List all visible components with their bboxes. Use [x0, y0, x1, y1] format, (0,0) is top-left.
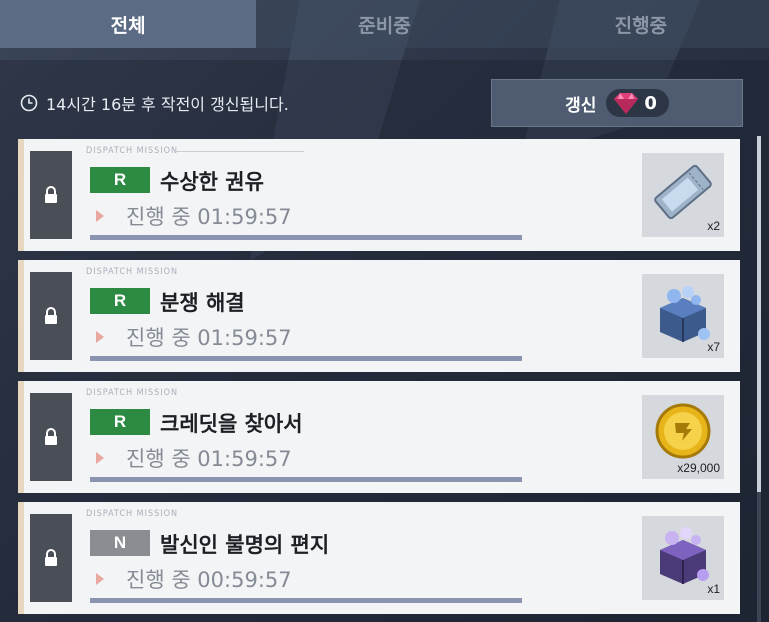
refresh-info: 14시간 16분 후 작전이 갱신됩니다.	[20, 88, 289, 118]
refresh-button-label: 갱신	[565, 95, 597, 116]
mission-card[interactable]: DISPATCH MISSION R 크레딧을 찾아서 진행 중 01:59:5…	[18, 381, 740, 493]
mission-status: 진행 중 01:59:57	[96, 443, 292, 473]
mission-tag: DISPATCH MISSION	[86, 509, 179, 519]
blue-crate-icon	[660, 286, 710, 342]
lock-icon	[45, 549, 57, 566]
progress-bar	[90, 235, 522, 240]
reward-slot[interactable]: x2	[642, 153, 724, 237]
lock-icon	[45, 186, 57, 203]
ticket-icon	[654, 164, 712, 220]
lock-button[interactable]	[30, 272, 72, 360]
mission-title: 수상한 권유	[160, 170, 264, 194]
reward-slot[interactable]: x29,000	[642, 395, 724, 479]
mission-status-text: 진행 중 01:59:57	[126, 447, 292, 471]
tab-preparing[interactable]: 준비중	[256, 0, 513, 48]
reward-quantity: x2	[707, 219, 720, 233]
lock-button[interactable]	[30, 514, 72, 602]
mission-tag: DISPATCH MISSION	[86, 388, 179, 398]
mission-status: 진행 중 00:59:57	[96, 564, 292, 594]
mission-status-text: 진행 중 01:59:57	[126, 326, 292, 350]
reward-quantity: x1	[707, 582, 720, 596]
progress-bar	[90, 598, 522, 603]
grade-badge: N	[90, 530, 150, 556]
refresh-countdown-text: 14시간 16분 후 작전이 갱신됩니다.	[46, 95, 289, 114]
lock-button[interactable]	[30, 151, 72, 239]
mission-status-text: 진행 중 00:59:57	[126, 568, 292, 592]
mission-status: 진행 중 01:59:57	[96, 201, 292, 231]
play-icon	[96, 452, 104, 464]
tab-all[interactable]: 전체	[0, 0, 257, 48]
mission-card[interactable]: DISPATCH MISSION N 발신인 불명의 편지 진행 중 00:59…	[18, 502, 740, 614]
gem-count: 0	[644, 92, 657, 114]
reward-quantity: x7	[707, 340, 720, 354]
progress-bar	[90, 356, 522, 361]
mission-tag: DISPATCH MISSION	[86, 267, 179, 277]
tab-bar: 전체 준비중 진행중	[0, 0, 769, 48]
mission-tag: DISPATCH MISSION	[86, 146, 179, 156]
reward-quantity: x29,000	[677, 461, 720, 475]
scrollbar-thumb[interactable]	[757, 136, 761, 492]
gem-icon	[614, 93, 639, 114]
mission-card[interactable]: DISPATCH MISSION R 분쟁 해결 진행 중 01:59:57 x…	[18, 260, 740, 372]
tab-in-progress[interactable]: 진행중	[512, 0, 769, 48]
mission-status-text: 진행 중 01:59:57	[126, 205, 292, 229]
credit-coin-icon	[655, 403, 711, 459]
grade-badge: R	[90, 288, 150, 314]
mission-title: 크레딧을 찾아서	[160, 412, 303, 436]
reward-slot[interactable]: x7	[642, 274, 724, 358]
divider	[174, 151, 304, 152]
lock-icon	[45, 428, 57, 445]
mission-title: 발신인 불명의 편지	[160, 533, 330, 557]
purple-crate-icon	[660, 527, 709, 584]
play-icon	[96, 573, 104, 585]
play-icon	[96, 210, 104, 222]
grade-badge: R	[90, 167, 150, 193]
mission-card[interactable]: DISPATCH MISSION R 수상한 권유 진행 중 01:59:57 …	[18, 139, 740, 251]
mission-status: 진행 중 01:59:57	[96, 322, 292, 352]
refresh-button[interactable]: 갱신 0	[491, 79, 743, 127]
lock-icon	[45, 307, 57, 324]
mission-title: 분쟁 해결	[160, 291, 245, 315]
play-icon	[96, 331, 104, 343]
reward-slot[interactable]: x1	[642, 516, 724, 600]
progress-bar	[90, 477, 522, 482]
gem-cost: 0	[606, 89, 669, 117]
grade-badge: R	[90, 409, 150, 435]
lock-button[interactable]	[30, 393, 72, 481]
clock-icon	[20, 94, 38, 112]
